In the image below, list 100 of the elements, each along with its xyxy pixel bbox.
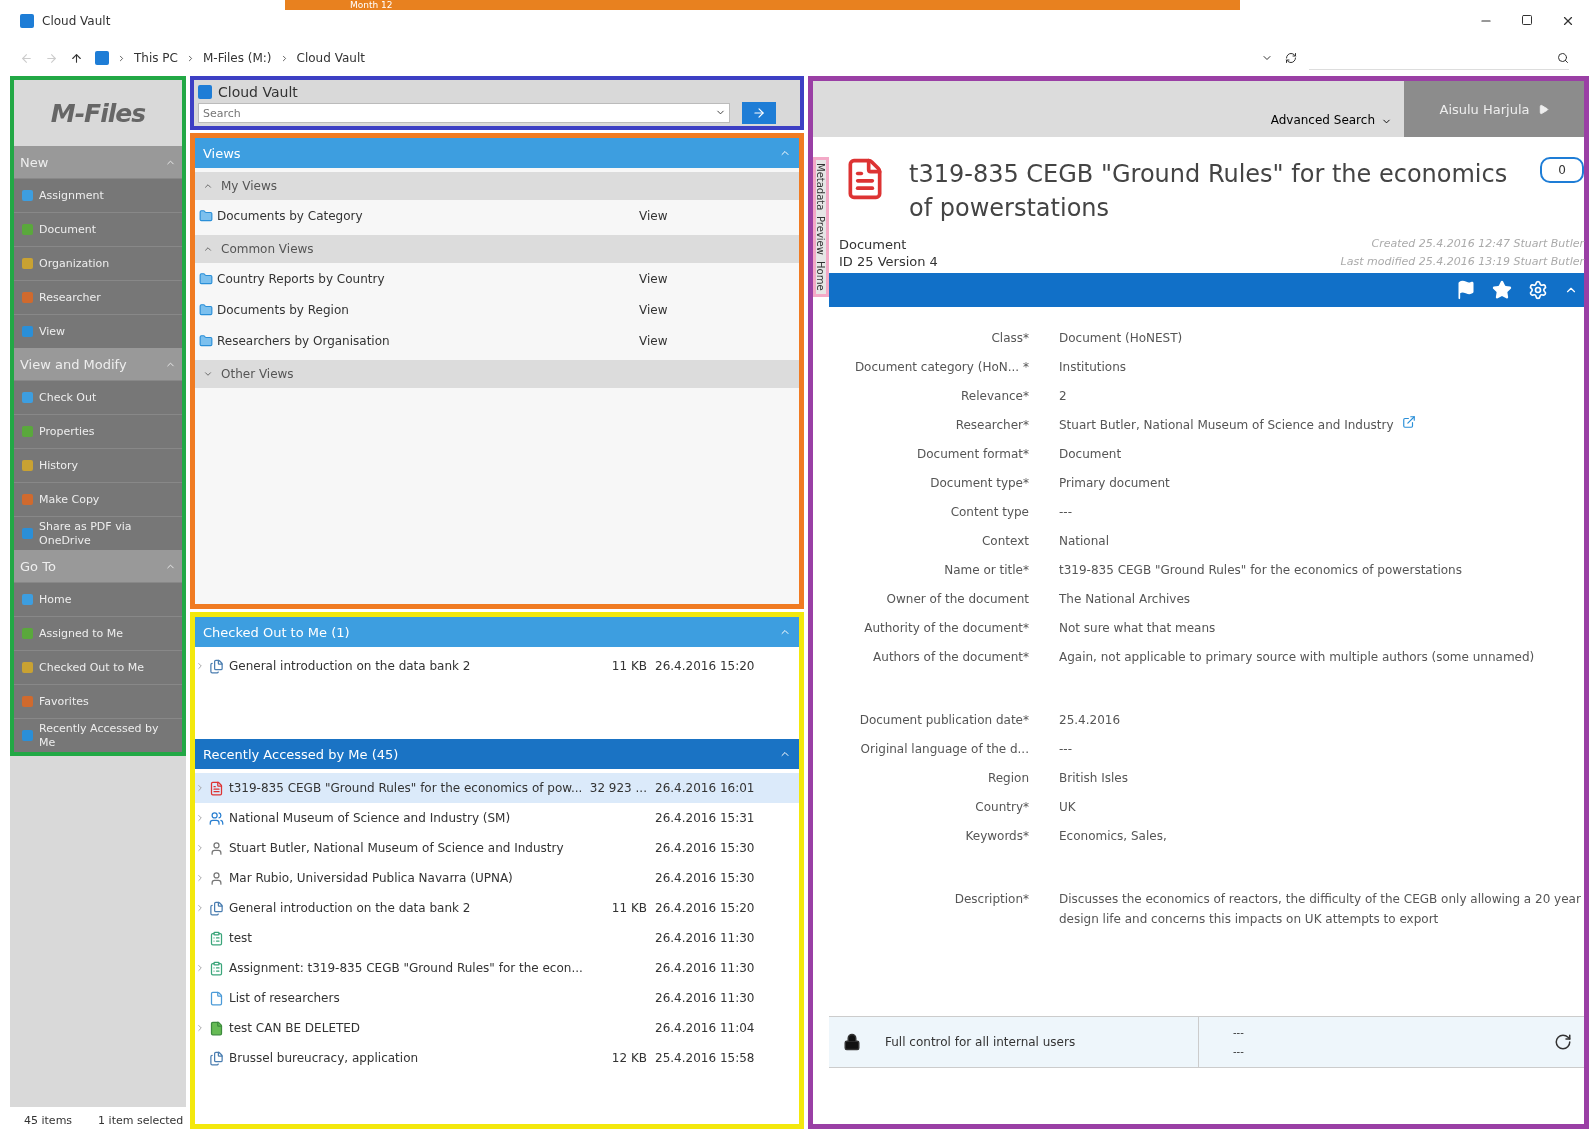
sidebar-item[interactable]: Make Copy: [14, 482, 182, 516]
view-row[interactable]: Country Reports by Country View: [195, 263, 799, 294]
item-icon: [22, 730, 33, 741]
expand-icon[interactable]: [195, 963, 205, 973]
external-link-icon[interactable]: [1401, 415, 1416, 429]
back-icon[interactable]: [20, 51, 33, 65]
object-row[interactable]: Mar Rubio, Universidad Publica Navarra (UPNA) 26.4.2016 15:30: [195, 863, 799, 893]
sidebar-item[interactable]: Organization: [14, 246, 182, 280]
flag-icon[interactable]: [1456, 280, 1476, 300]
sidebar-item[interactable]: Document: [14, 212, 182, 246]
sidebar-item[interactable]: Properties: [14, 414, 182, 448]
settings-icon[interactable]: [1528, 280, 1548, 300]
object-row[interactable]: National Museum of Science and Industry (SM) 26.4.2016 15:31: [195, 803, 799, 833]
side-tab[interactable]: Home: [816, 258, 826, 294]
clipboard-icon: [209, 930, 224, 946]
permissions-text: Full control for all internal users: [885, 1035, 1076, 1049]
modified-info: Last modified 25.4.2016 13:19 Stuart Butler: [1340, 255, 1584, 268]
pane-header[interactable]: Checked Out to Me (1): [195, 617, 799, 647]
vault-name: Cloud Vault: [218, 84, 298, 100]
property-label: Authors of the document*: [872, 650, 1029, 666]
sidebar-item[interactable]: Recently Accessed by Me: [14, 718, 182, 752]
object-row[interactable]: General introduction on the data bank 2 11 KB 26.4.2016 15:20: [195, 651, 799, 681]
expand-icon[interactable]: [195, 661, 205, 671]
user-button[interactable]: Aisulu Harjula: [1404, 81, 1584, 137]
object-row[interactable]: Brussel bureucracy, application 12 KB 25.4.2016 15:58: [195, 1043, 799, 1073]
property-value: Document (HoNEST): [1059, 330, 1183, 347]
advanced-search-button[interactable]: Advanced Search: [1258, 81, 1404, 137]
object-name: Stuart Butler, National Museum of Science and Industry: [229, 841, 565, 855]
item-icon: [22, 628, 33, 639]
view-row[interactable]: Documents by Region View: [195, 294, 799, 325]
sidebar-item[interactable]: Assignment: [14, 178, 182, 212]
group-header[interactable]: Common Views: [195, 235, 799, 263]
property-value: UK: [1059, 799, 1076, 816]
expand-icon[interactable]: [195, 1023, 205, 1033]
up-icon[interactable]: [70, 51, 83, 65]
close-icon[interactable]: [1561, 14, 1575, 28]
object-date: 26.4.2016 15:31: [655, 811, 756, 825]
object-date: 26.4.2016 15:30: [655, 841, 756, 855]
expand-icon[interactable]: [195, 843, 205, 853]
sidebar-item[interactable]: Home: [14, 582, 182, 616]
group-title: Common Views: [221, 242, 314, 256]
object-size: 11 KB: [610, 659, 648, 673]
pane-header[interactable]: Views: [195, 138, 799, 168]
object-date: 25.4.2016 15:58: [655, 1051, 756, 1065]
group-header[interactable]: My Views: [195, 172, 799, 200]
search-field[interactable]: Search: [198, 103, 730, 123]
property-label: Document format*: [915, 447, 1029, 463]
object-name: General introduction on the data bank 2: [229, 659, 472, 673]
refresh-icon[interactable]: [1285, 52, 1297, 64]
expand-icon[interactable]: [203, 369, 213, 379]
person-icon: [209, 840, 224, 856]
object-row[interactable]: test 26.4.2016 11:30: [195, 923, 799, 953]
collapse-icon[interactable]: [203, 244, 213, 254]
folder-icon: [199, 333, 213, 348]
object-row[interactable]: test CAN BE DELETED 26.4.2016 11:04: [195, 1013, 799, 1043]
maximize-icon[interactable]: [1521, 14, 1533, 26]
property-value: Not sure what that means: [1059, 620, 1216, 637]
arrow-icon: [752, 106, 766, 120]
object-row[interactable]: t319-835 CEGB "Ground Rules" for the economics of pow... 32 923 ... 26.4.2016 16:01: [195, 773, 799, 803]
group-title: Other Views: [221, 367, 294, 381]
object-name: List of researchers: [229, 991, 341, 1005]
view-type: View: [639, 208, 669, 223]
sidebar-item[interactable]: Assigned to Me: [14, 616, 182, 650]
object-size: 12 KB: [610, 1051, 648, 1065]
sidebar-item[interactable]: Favorites: [14, 684, 182, 718]
comment-count[interactable]: 0: [1540, 157, 1584, 183]
files-icon: [209, 658, 224, 674]
side-tab[interactable]: Metadata: [816, 160, 826, 214]
breadcrumb[interactable]: Cloud Vault: [296, 51, 365, 65]
expand-icon[interactable]: [195, 783, 205, 793]
object-row[interactable]: General introduction on the data bank 2 11 KB 26.4.2016 15:20: [195, 893, 799, 923]
expand-icon[interactable]: [195, 903, 205, 913]
side-tab[interactable]: Preview: [816, 213, 826, 259]
window-title: Cloud Vault: [42, 14, 112, 28]
collapse-icon[interactable]: [203, 181, 213, 191]
breadcrumb[interactable]: M-Files (M:): [202, 51, 272, 65]
sidebar-item[interactable]: Check Out: [14, 380, 182, 414]
expand-icon[interactable]: [195, 873, 205, 883]
sidebar-item[interactable]: Researcher: [14, 280, 182, 314]
object-row[interactable]: Assignment: t319-835 CEGB "Ground Rules" for the econ... 26.4.2016 11:30: [195, 953, 799, 983]
vault-icon: [198, 85, 212, 99]
group-header[interactable]: Other Views: [195, 360, 799, 388]
sidebar-item[interactable]: Checked Out to Me: [14, 650, 182, 684]
property-value: Economics, Sales,: [1059, 828, 1167, 845]
star-icon[interactable]: [1492, 280, 1512, 300]
object-size: 11 KB: [610, 901, 648, 915]
object-row[interactable]: List of researchers 26.4.2016 11:30: [195, 983, 799, 1013]
object-date: 26.4.2016 11:30: [655, 961, 756, 975]
property-label: Country*: [974, 800, 1029, 816]
object-row[interactable]: Stuart Butler, National Museum of Science and Industry 26.4.2016 15:30: [195, 833, 799, 863]
breadcrumb[interactable]: This PC: [134, 51, 178, 65]
search-button[interactable]: [742, 102, 776, 124]
pane-header[interactable]: Recently Accessed by Me (45): [195, 739, 799, 769]
sidebar-item[interactable]: History: [14, 448, 182, 482]
forward-icon[interactable]: [45, 51, 58, 65]
view-type: View: [639, 271, 669, 286]
workflow-icon[interactable]: [1554, 1033, 1572, 1051]
expand-icon[interactable]: [195, 813, 205, 823]
view-row[interactable]: Documents by Category View: [195, 200, 799, 231]
view-row[interactable]: Researchers by Organisation View: [195, 325, 799, 356]
